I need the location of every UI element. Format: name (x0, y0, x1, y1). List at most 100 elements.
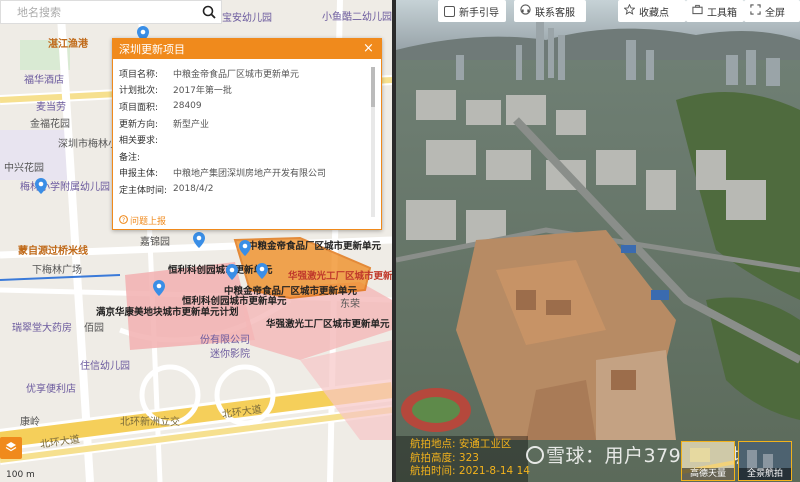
field-value: 2017年第一批 (173, 86, 232, 97)
field-key: 定主体时间: (119, 185, 168, 196)
info-height: 航拍高度: 323 (410, 451, 479, 464)
hd-map-label: 高德天量 (682, 468, 734, 480)
popup-header: 深圳更新项目 × (113, 39, 381, 59)
panorama-view[interactable]: 新手引导 联系客服 收藏点 工具箱 全屏 航拍地点: 安通工业区 航拍高度: 3… (396, 0, 800, 482)
popup-scrollbar[interactable] (371, 67, 375, 217)
svg-text:?: ? (122, 216, 125, 223)
info-time: 航拍时间: 2021-8-14 14 (410, 465, 530, 477)
service-button[interactable]: 联系客服 (514, 0, 586, 22)
star-icon (623, 3, 636, 18)
map-label: 恒利科创园城市更新单元 (182, 296, 287, 307)
close-icon[interactable]: × (362, 42, 375, 55)
field-value: 中粮地产集团深圳房地产开发有限公司 (173, 169, 327, 180)
map-pin-icon[interactable] (193, 232, 205, 248)
popup-field-row: 定主体时间: 2018/4/2 (119, 181, 375, 198)
info-place: 航拍地点: 安通工业区 (410, 438, 512, 450)
guide-label: 新手引导 (459, 7, 499, 19)
map-label: 麦当劳 (36, 102, 66, 113)
map-label: 住信幼儿园 (80, 361, 130, 372)
field-key: 相关要求: (119, 136, 159, 147)
vr-aerial-label: 全景航拍 (739, 468, 791, 480)
info-place-value: 安通工业区 (458, 438, 512, 450)
guide-button[interactable]: 新手引导 (438, 0, 506, 22)
layers-button[interactable] (0, 437, 22, 459)
map-pin-icon[interactable] (256, 263, 268, 279)
map-label: 中兴花园 (4, 163, 44, 174)
popup-body: 项目名称: 中粮金帝食品厂区城市更新单元计划批次: 2017年第一批项目面积: 284… (113, 59, 381, 231)
map-label: 下梅林广场 (32, 265, 82, 276)
map-label: 东荣 (340, 299, 360, 310)
map-label: 康岭 (20, 417, 40, 428)
map-pin-icon[interactable] (239, 240, 251, 256)
map-label: 瑞翠堂大药房 (12, 323, 72, 334)
field-key: 计划批次: (119, 86, 159, 97)
field-key: 更新方向: (119, 119, 159, 130)
map-label: 北环新洲立交 (120, 417, 180, 428)
map-label: 优享便利店 (26, 384, 76, 395)
service-label: 联系客服 (535, 7, 575, 19)
map-label: 华强激光工厂区城市更新单元 (266, 319, 390, 330)
map-pin-icon[interactable] (153, 280, 165, 296)
hd-map-thumbnail[interactable]: 高德天量 (681, 441, 735, 481)
popup-title: 深圳更新项目 (119, 43, 185, 56)
map-pin-icon[interactable] (226, 264, 238, 280)
scale-label: 100 m (6, 470, 35, 480)
map-label: 湛江渔港 (48, 39, 88, 50)
layers-icon (5, 441, 17, 456)
field-value: 28409 (173, 101, 202, 112)
field-value: 新型产业 (173, 119, 210, 130)
map-label: 迷你影院 (210, 349, 250, 360)
popup-field-row: 项目面积: 28409 (119, 98, 375, 115)
map-label: 嘉锦园 (140, 237, 170, 248)
vr-aerial-thumbnail[interactable]: 全景航拍 (738, 441, 792, 481)
snowball-logo-icon (526, 445, 544, 464)
map-pin-icon[interactable] (35, 178, 47, 194)
map-label: 中粮金帝食品厂区城市更新单元 (248, 241, 382, 252)
favorite-button[interactable]: 收藏点 (618, 0, 686, 22)
field-key: 项目面积: (119, 102, 159, 113)
popup-field-row: 备注: (119, 148, 375, 165)
field-value: 2018/4/2 (173, 184, 214, 195)
field-key: 申报主体: (119, 169, 159, 180)
map-label: 金福花园 (30, 119, 70, 130)
guide-icon (444, 5, 455, 17)
toolbox-button[interactable]: 工具箱 (686, 0, 744, 22)
project-info-popup: 深圳更新项目 × 项目名称: 中粮金帝食品厂区城市更新单元计划批次: 2017年第一… (112, 38, 382, 230)
popup-field-row: 相关要求: (119, 131, 375, 148)
map-label: 宝安幼儿园 (222, 13, 272, 24)
map-label: 梅林小学附属幼儿园 (20, 182, 110, 193)
field-key: 备注: (119, 152, 141, 163)
popup-field-row: 申报主体: 中粮地产集团深圳房地产开发有限公司 (119, 165, 375, 182)
popup-field-row: 项目名称: 中粮金帝食品厂区城市更新单元 (119, 65, 375, 82)
map-label: 满京华康美地块城市更新单元计划 (96, 307, 239, 318)
map-label: 福华酒店 (24, 75, 64, 86)
aerial-panorama-image[interactable] (396, 0, 800, 482)
map-label: 佰园 (84, 323, 104, 334)
fullscreen-icon (750, 4, 761, 18)
map-label: 华强激光工厂区城市更新单元 (288, 271, 392, 282)
toolbox-label: 工具箱 (707, 7, 737, 19)
search-icon[interactable] (197, 1, 221, 23)
map-scale: 100 m (6, 470, 35, 480)
info-height-value: 323 (458, 451, 479, 464)
favorite-label: 收藏点 (639, 7, 669, 19)
fullscreen-label: 全屏 (765, 7, 785, 19)
map-label: 小鱼酷二幼儿园 (322, 12, 392, 23)
map-label: 蒙自源过桥米线 (18, 246, 88, 257)
search-input[interactable]: 地名搜索 (17, 4, 197, 20)
fullscreen-button[interactable]: 全屏 (744, 0, 800, 22)
map-label: 份有限公司 (200, 335, 250, 346)
popup-field-row: 计划批次: 2017年第一批 (119, 82, 375, 99)
service-icon (520, 4, 531, 18)
aerial-info-panel: 航拍地点: 安通工业区 航拍高度: 323 航拍时间: 2021-8-14 14 (396, 436, 530, 482)
feedback-icon: ? (119, 214, 128, 227)
report-issue-link[interactable]: ? 问题上报 (119, 214, 166, 227)
popup-field-row: 更新方向: 新型产业 (119, 115, 375, 132)
search-bar[interactable]: 地名搜索 (0, 0, 222, 24)
field-value: 中粮金帝食品厂区城市更新单元 (173, 69, 300, 80)
feedback-label: 问题上报 (130, 217, 167, 227)
field-key: 项目名称: (119, 69, 159, 80)
info-time-value: 2021-8-14 14 (458, 465, 530, 477)
toolbox-icon (692, 4, 703, 18)
map-pane[interactable]: 宝安幼儿园 小鱼酷二幼儿园 湛江渔港 福华酒店 麦当劳 金福花园 深圳市梅林小学… (0, 0, 392, 482)
